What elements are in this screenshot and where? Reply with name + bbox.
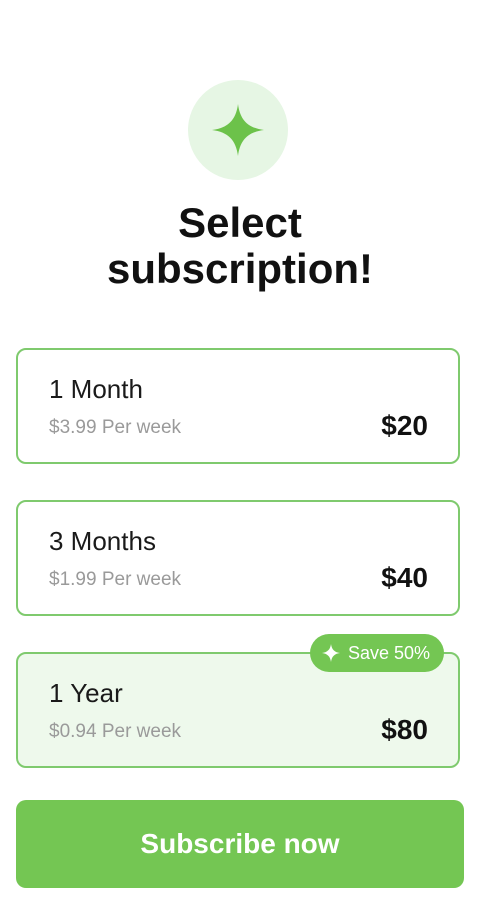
plan-name: 1 Year [49,678,123,708]
plan-weekly-price: $3.99 Per week [49,417,182,438]
plan-card-3-months[interactable]: 3 Months $1.99 Per week $40 [16,500,460,616]
plan-card-1-month[interactable]: 1 Month $3.99 Per week $20 [16,348,460,464]
plan-weekly-price: $0.94 Per week [49,721,182,742]
plan-weekly-price: $1.99 Per week [49,569,182,590]
plan-price: $40 [381,562,428,593]
plan-name: 3 Months [49,526,156,556]
plan-price: $80 [381,714,428,745]
hero-badge [188,80,288,180]
plan-card-1-year[interactable]: Save 50% 1 Year $0.94 Per week $80 [16,634,460,768]
subscription-screen: Select subscription! 1 Month $3.99 Per w… [0,0,480,920]
page-title: Select subscription! [106,199,373,292]
plan-name: 1 Month [49,374,143,404]
plan-price: $20 [381,410,428,441]
subscribe-button[interactable]: Subscribe now [16,800,464,888]
save-badge: Save 50% [309,634,444,672]
save-badge-label: Save 50% [347,642,430,663]
sparkle-icon [321,644,340,662]
sparkle-icon [212,104,264,156]
